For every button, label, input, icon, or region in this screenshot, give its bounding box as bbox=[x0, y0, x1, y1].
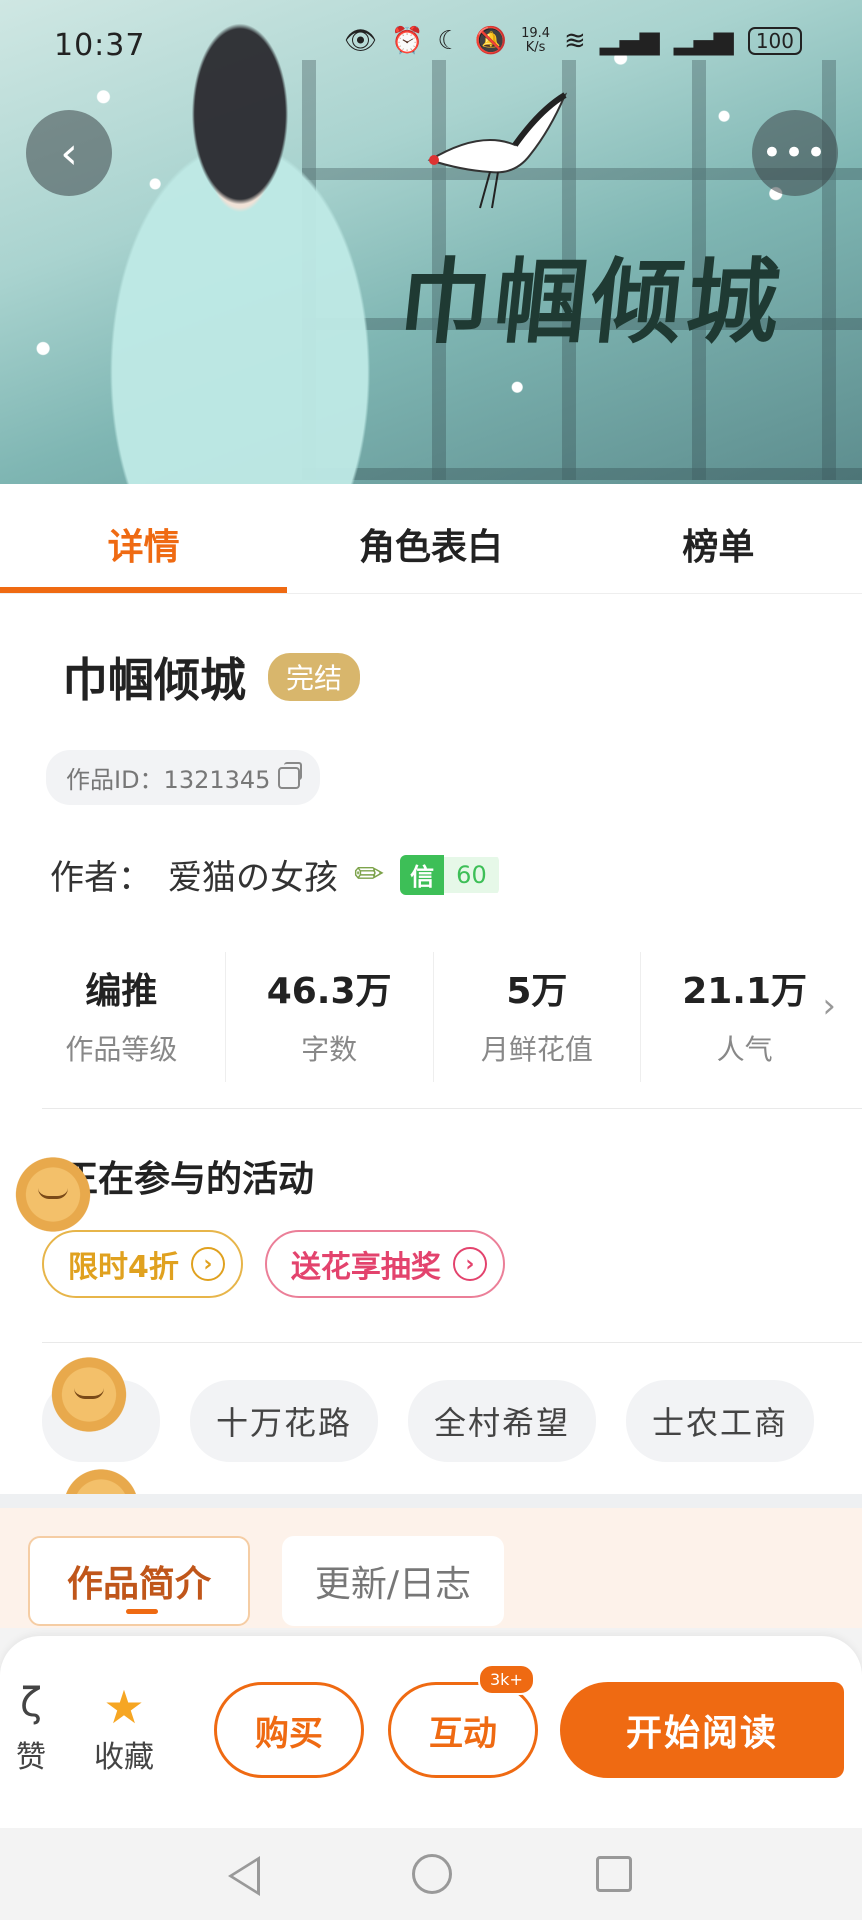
activity-chip-discount[interactable]: 限时4折 › bbox=[42, 1230, 243, 1298]
bottom-action-bar: ζ 赞 ★ 收藏 购买 互动 3k+ 开始阅读 bbox=[0, 1636, 862, 1828]
activity-chip-label: 限时4折 bbox=[68, 1250, 179, 1285]
interact-count-badge: 3k+ bbox=[478, 1664, 535, 1695]
title-row: 巾帼倾城 完结 bbox=[62, 644, 361, 710]
tab-character-confession[interactable]: 角色表白 bbox=[287, 484, 574, 593]
mute-icon: 🔕 bbox=[474, 26, 508, 56]
back-button[interactable]: ‹ bbox=[26, 110, 112, 196]
author-name[interactable]: 爱猫の女孩 bbox=[168, 850, 338, 899]
author-row[interactable]: 作者： 爱猫の女孩 ✏ 信 60 bbox=[50, 850, 499, 899]
stat-value: 21.1万 bbox=[682, 971, 808, 1012]
eye-icon: 👁 bbox=[343, 26, 377, 56]
star-icon: ★ bbox=[103, 1680, 145, 1734]
favorite-label: 收藏 bbox=[94, 1740, 154, 1775]
nav-recents-icon[interactable] bbox=[596, 1856, 632, 1892]
tab-rankings[interactable]: 榜单 bbox=[575, 484, 862, 593]
status-bar: 10:37 👁 ⏰ ☾ 🔕 19.4 K/s ≋ ▂▄▆ ▂▄▆ 100 bbox=[0, 0, 862, 90]
divider bbox=[42, 1342, 862, 1343]
tag-list: 十万花路 全村希望 士农工商 bbox=[42, 1380, 815, 1462]
stat-word-count: 46.3万 字数 bbox=[226, 952, 434, 1082]
interact-button[interactable]: 互动 bbox=[388, 1682, 538, 1778]
tab-details[interactable]: 详情 bbox=[0, 484, 288, 593]
book-id-pill[interactable]: 作品ID：1321345 bbox=[46, 750, 321, 805]
status-time: 10:37 bbox=[54, 28, 146, 63]
mascot-sticker[interactable] bbox=[8, 1154, 98, 1244]
section-gap bbox=[0, 1494, 862, 1508]
stat-popularity: 21.1万 人气 bbox=[641, 952, 848, 1082]
stat-value: 编推 bbox=[85, 971, 158, 1012]
alarm-icon: ⏰ bbox=[391, 26, 424, 56]
signal-icon: ▂▄▆ bbox=[673, 26, 734, 56]
system-navigation-bar bbox=[0, 1828, 862, 1920]
tab-update-log[interactable]: 更新/日志 bbox=[282, 1536, 504, 1626]
stat-label: 作品等级 bbox=[65, 1033, 178, 1066]
signal-icon: ▂▄▆ bbox=[599, 26, 660, 56]
net-speed-unit: K/s bbox=[525, 40, 546, 55]
trust-key: 信 bbox=[400, 854, 445, 895]
cover-title-art: 巾帼倾城 bbox=[393, 248, 789, 356]
activity-chip-flower-lottery[interactable]: 送花享抽奖 › bbox=[264, 1230, 505, 1298]
like-button[interactable]: ζ 赞 bbox=[16, 1680, 46, 1776]
stat-level: 编推 作品等级 bbox=[18, 952, 226, 1082]
nav-home-icon[interactable] bbox=[412, 1854, 452, 1894]
net-speed-value: 19.4 bbox=[521, 26, 551, 41]
activity-chip-label: 送花享抽奖 bbox=[290, 1250, 441, 1285]
stat-label: 月鲜花值 bbox=[480, 1033, 593, 1066]
tag-item[interactable]: 士农工商 bbox=[626, 1380, 815, 1462]
net-speed: 19.4 K/s bbox=[521, 27, 550, 55]
stat-value: 5万 bbox=[506, 971, 568, 1012]
more-icon: ••• bbox=[761, 133, 829, 173]
stat-label: 字数 bbox=[301, 1033, 358, 1066]
copy-icon[interactable] bbox=[278, 761, 303, 789]
chevron-right-circle-icon: › bbox=[452, 1247, 487, 1281]
detail-tabs: 详情 角色表白 榜单 bbox=[0, 484, 862, 594]
author-label: 作者： bbox=[50, 858, 152, 898]
favorite-button[interactable]: ★ 收藏 bbox=[94, 1680, 154, 1776]
moon-icon: ☾ bbox=[437, 26, 461, 56]
tag-item[interactable]: 十万花路 bbox=[190, 1380, 379, 1462]
start-reading-button[interactable]: 开始阅读 bbox=[560, 1682, 844, 1778]
book-id-text: 作品ID：1321345 bbox=[66, 766, 271, 794]
book-title: 巾帼倾城 bbox=[62, 653, 246, 707]
buy-button[interactable]: 购买 bbox=[214, 1682, 364, 1778]
stat-monthly-flowers: 5万 月鲜花值 bbox=[434, 952, 642, 1082]
status-badge: 完结 bbox=[268, 653, 361, 701]
book-info-section: 巾帼倾城 完结 作品ID：1321345 作者： 爱猫の女孩 ✏ 信 60 编推… bbox=[0, 594, 862, 1556]
mascot-sticker[interactable] bbox=[44, 1354, 134, 1444]
activity-chips: 限时4折 › 送花享抽奖 › bbox=[42, 1230, 505, 1298]
divider bbox=[42, 1108, 862, 1109]
stat-value: 46.3万 bbox=[266, 971, 392, 1012]
stat-label: 人气 bbox=[716, 1033, 773, 1066]
like-label: 赞 bbox=[16, 1740, 46, 1775]
trust-badge[interactable]: 信 60 bbox=[400, 854, 499, 895]
chevron-right-icon[interactable]: › bbox=[822, 986, 836, 1026]
tab-book-intro[interactable]: 作品简介 bbox=[28, 1536, 250, 1626]
chevron-left-icon: ‹ bbox=[60, 127, 78, 179]
intro-tabs: 作品简介 更新/日志 bbox=[0, 1508, 862, 1628]
battery-icon: 100 bbox=[747, 27, 802, 55]
crane-illustration bbox=[427, 92, 568, 209]
nav-back-icon[interactable] bbox=[228, 1856, 260, 1896]
more-button[interactable]: ••• bbox=[752, 110, 838, 196]
thumbs-up-icon: ζ bbox=[20, 1680, 42, 1726]
trust-value: 60 bbox=[444, 856, 499, 893]
stats-row[interactable]: 编推 作品等级 46.3万 字数 5万 月鲜花值 21.1万 人气 › bbox=[18, 952, 848, 1082]
chevron-right-circle-icon: › bbox=[190, 1247, 225, 1281]
wifi-icon: ≋ bbox=[564, 26, 586, 56]
tag-item[interactable]: 全村希望 bbox=[408, 1380, 597, 1462]
pencil-icon: ✏ bbox=[354, 854, 385, 895]
status-icons: 👁 ⏰ ☾ 🔕 19.4 K/s ≋ ▂▄▆ ▂▄▆ 100 bbox=[344, 26, 802, 56]
activities-title: 正在参与的活动 bbox=[62, 1159, 315, 1200]
